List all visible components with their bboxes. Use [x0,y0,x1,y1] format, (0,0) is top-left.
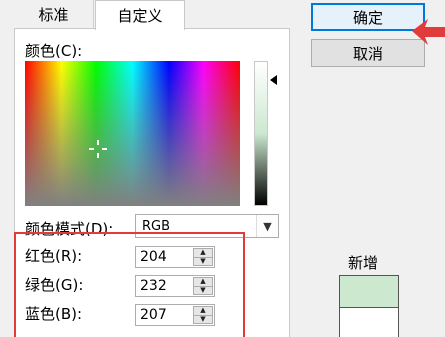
colors-label: 颜色(C): [25,42,83,60]
annotation-highlight-box [14,232,245,337]
tab-standard[interactable]: 标准 [14,0,94,28]
tab-custom-label: 自定义 [117,7,163,25]
new-color-label: 新增 [348,254,379,272]
ok-button-label: 确定 [352,8,383,27]
tab-standard-label: 标准 [38,5,69,24]
crosshair-icon[interactable] [88,139,108,159]
luminance-slider[interactable] [254,61,268,206]
chevron-down-icon[interactable]: ▼ [256,215,278,237]
new-color-swatch [340,276,398,308]
color-spectrum-picker[interactable] [25,61,240,206]
color-preview [339,275,399,337]
luminance-pointer-icon[interactable] [270,75,277,85]
ok-button[interactable]: 确定 [311,3,425,31]
cancel-button[interactable]: 取消 [311,39,425,67]
tab-custom[interactable]: 自定义 [95,0,185,30]
cancel-button-label: 取消 [352,44,383,63]
red-arrow-icon [412,19,445,45]
